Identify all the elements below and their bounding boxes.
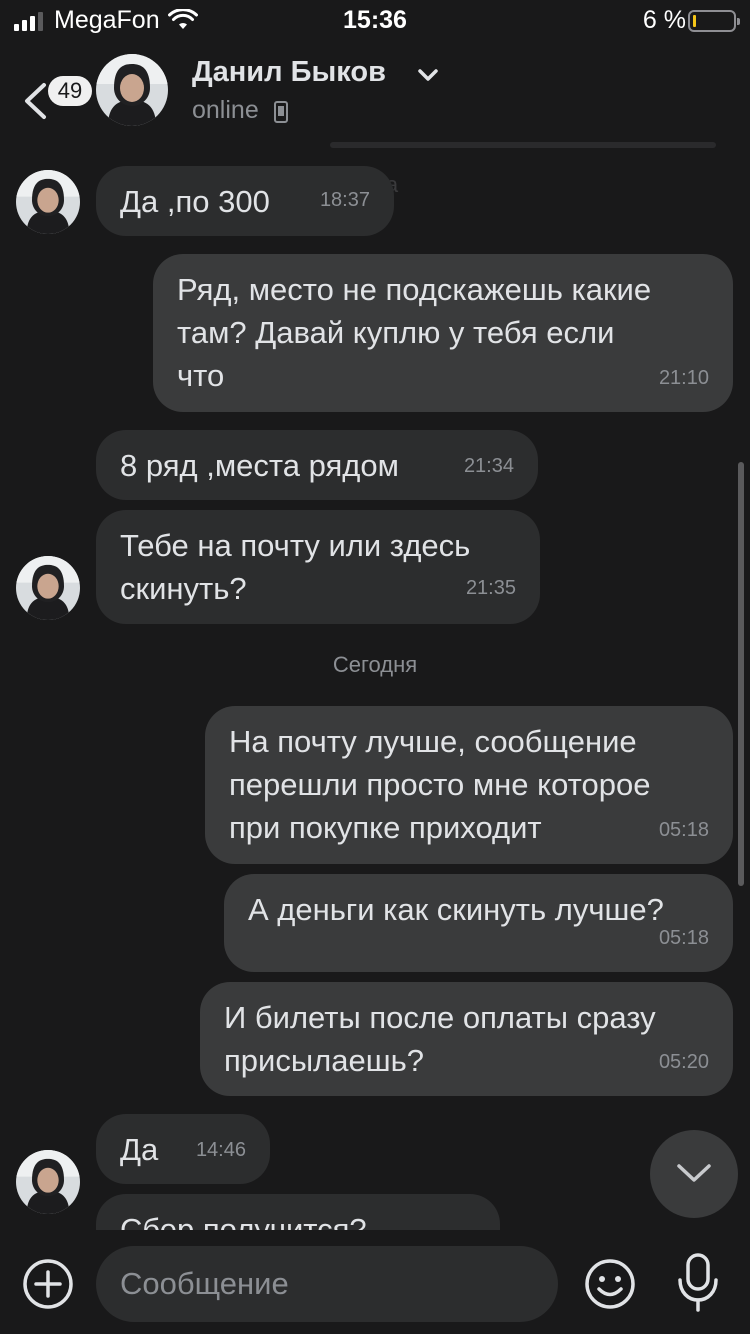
message-text: Тебе на почту или здесь скинуть? — [120, 528, 471, 606]
unread-badge: 49 — [48, 76, 92, 106]
sender-avatar[interactable] — [16, 1150, 80, 1214]
previous-message-edge — [330, 142, 716, 148]
message-text: Сбер получится? — [120, 1212, 367, 1230]
message-time: 18:37 — [319, 189, 370, 211]
battery-percent: 6 % — [642, 6, 686, 34]
message-outgoing[interactable]: На почту лучше, сообщение перешли просто… — [205, 706, 733, 864]
message-incoming[interactable]: Сбер получится? — [96, 1194, 500, 1230]
avatar-photo — [16, 170, 80, 234]
chevron-left-icon — [25, 83, 46, 119]
battery-level — [693, 15, 696, 27]
message-outgoing[interactable]: Ряд, место не подскажешь какие там? Дава… — [153, 254, 733, 412]
message-text: На почту лучше, сообщение перешли просто… — [229, 724, 651, 845]
mobile-phone-icon — [274, 101, 288, 123]
chevron-down-icon — [677, 1164, 711, 1182]
message-time: 14:46 — [195, 1139, 246, 1161]
message-incoming[interactable]: 8 ряд ,места рядом 21:34 — [96, 430, 538, 500]
message-incoming[interactable]: Да 14:46 — [96, 1114, 270, 1184]
avatar-photo — [96, 54, 168, 126]
plus-circle-icon[interactable] — [22, 1258, 74, 1310]
smiley-icon[interactable] — [584, 1258, 636, 1310]
message-outgoing[interactable]: А деньги как скинуть лучше? 05:18 — [224, 874, 733, 972]
message-input[interactable] — [96, 1246, 558, 1322]
avatar-photo — [16, 556, 80, 620]
message-time: 21:10 — [658, 367, 709, 389]
chat-header: 49 Данил Быков online — [0, 44, 750, 140]
status-bar: MegaFon 15:36 6 % — [0, 0, 750, 44]
back-button[interactable]: 49 — [18, 62, 92, 122]
message-list[interactable]: Вчера Да ,по 300 18:37 Ряд, место не под… — [0, 140, 750, 1230]
message-text: 8 ряд ,места рядом — [120, 448, 399, 483]
clock: 15:36 — [343, 6, 407, 34]
scroll-to-bottom-button[interactable] — [650, 1130, 738, 1218]
message-text: И билеты после оплаты сразу присылаешь? — [224, 1000, 656, 1078]
sender-avatar[interactable] — [16, 170, 80, 234]
message-incoming[interactable]: Тебе на почту или здесь скинуть? 21:35 — [96, 510, 540, 624]
battery-icon — [688, 10, 740, 32]
message-incoming[interactable]: Да ,по 300 18:37 — [96, 166, 394, 236]
contact-name[interactable]: Данил Быков — [192, 56, 386, 89]
message-time: 05:20 — [658, 1051, 709, 1073]
date-separator: Сегодня — [332, 652, 418, 677]
message-text: Ряд, место не подскажешь какие там? Дава… — [177, 272, 652, 393]
scroll-indicator[interactable] — [738, 462, 744, 886]
message-time: 05:18 — [658, 927, 709, 949]
message-time: 21:34 — [463, 455, 514, 477]
message-time: 05:18 — [658, 819, 709, 841]
message-text: А деньги как скинуть лучше? — [248, 892, 664, 927]
presence-status: online — [192, 96, 259, 124]
message-composer — [0, 1230, 750, 1334]
avatar-photo — [16, 1150, 80, 1214]
microphone-icon[interactable] — [676, 1252, 720, 1314]
sender-avatar[interactable] — [16, 556, 80, 620]
message-time: 21:35 — [465, 577, 516, 599]
chevron-down-icon[interactable] — [418, 68, 438, 82]
contact-avatar[interactable] — [96, 54, 168, 126]
message-outgoing[interactable]: И билеты после оплаты сразу присылаешь? … — [200, 982, 733, 1096]
